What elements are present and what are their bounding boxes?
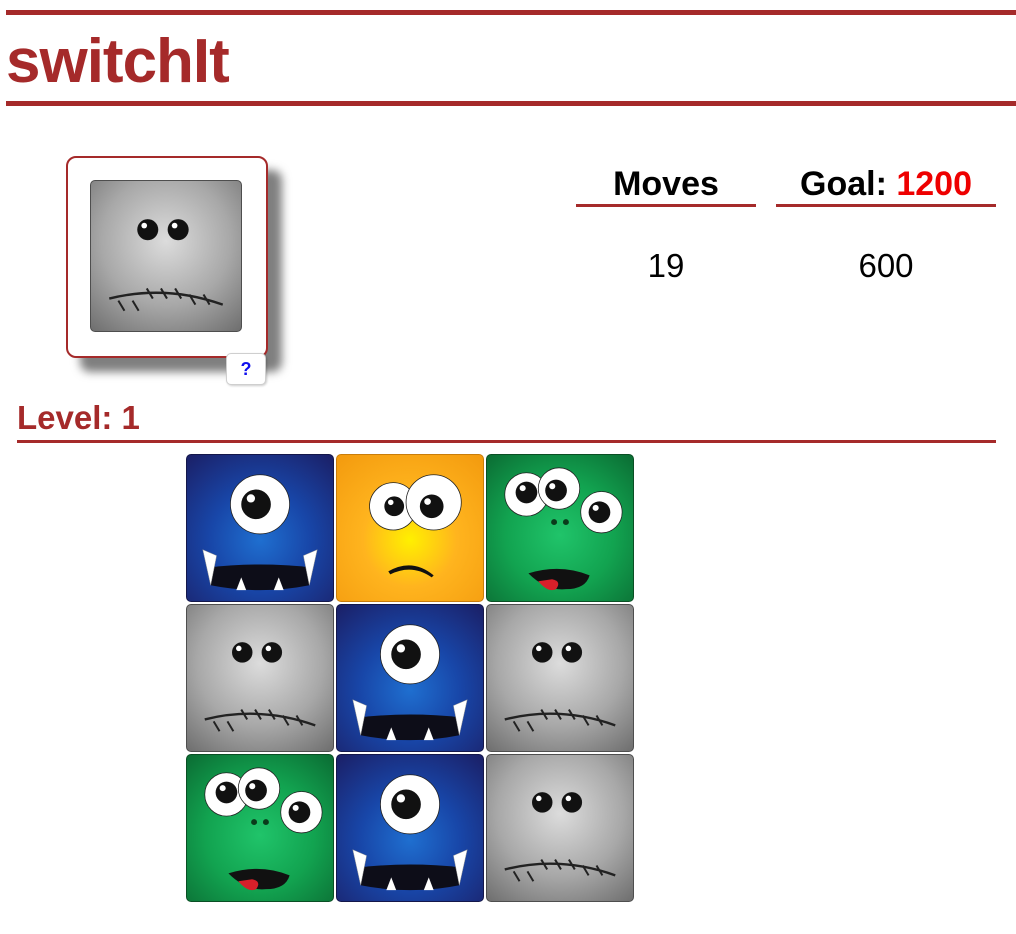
preview-monster-gray (90, 180, 242, 332)
board-tile-gray[interactable] (486, 604, 634, 752)
moves-header: Moves (613, 165, 719, 203)
help-button[interactable]: ? (226, 353, 266, 385)
board-tile-blue[interactable] (336, 604, 484, 752)
board-tile-blue[interactable] (336, 754, 484, 902)
board-tile-green[interactable] (186, 754, 334, 902)
goal-value: 1200 (896, 165, 972, 203)
board-tile-orange[interactable] (336, 454, 484, 602)
level-label: Level: 1 (17, 399, 140, 436)
board-tile-green[interactable] (486, 454, 634, 602)
board-tile-blue[interactable] (186, 454, 334, 602)
game-board (186, 454, 636, 904)
goal-header: Goal: 1200 (776, 162, 996, 206)
header-bottom-rule (6, 101, 1016, 106)
score-value: 600 (858, 247, 914, 284)
goal-label: Goal: (800, 165, 887, 203)
next-tile-preview (66, 156, 268, 358)
level-rule (17, 440, 996, 443)
header-top-rule (6, 10, 1016, 15)
app-title: switchIt (6, 27, 230, 96)
board-tile-gray[interactable] (186, 604, 334, 752)
board-tile-gray[interactable] (486, 754, 634, 902)
moves-value: 19 (647, 247, 685, 284)
goal-header-rule (776, 204, 996, 207)
preview-tile (90, 180, 242, 332)
moves-header-rule (576, 204, 756, 207)
